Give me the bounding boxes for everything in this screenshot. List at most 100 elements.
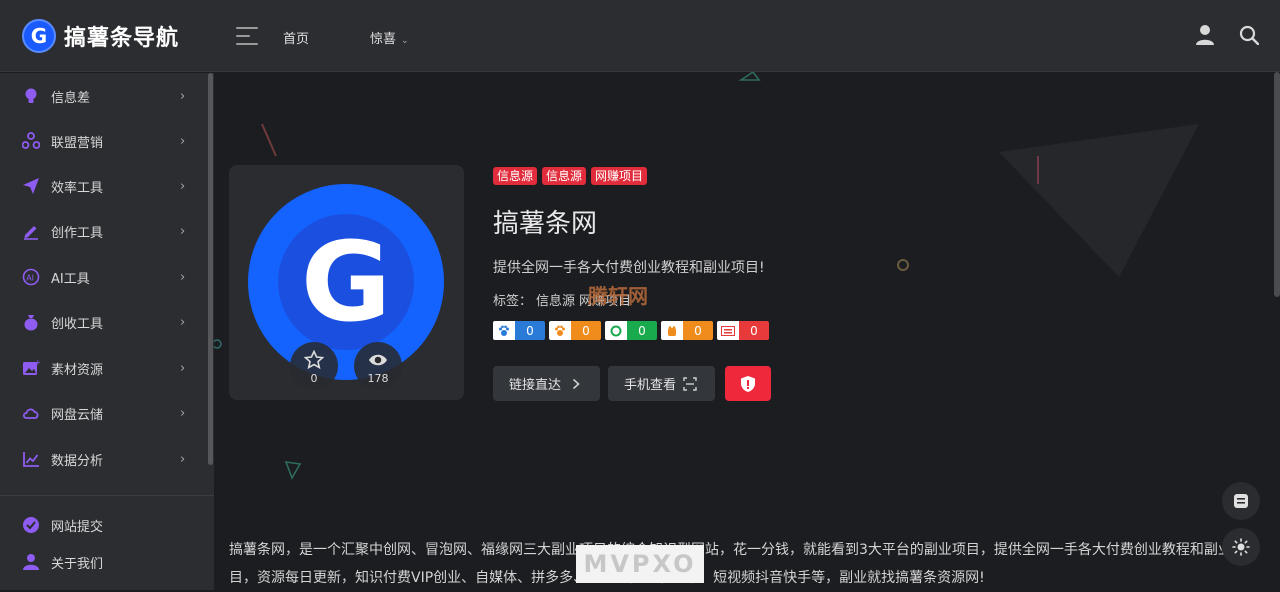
user-icon[interactable] <box>1195 24 1215 46</box>
ai-icon: AI <box>22 268 40 286</box>
direct-link-button[interactable]: 链接直达 <box>493 366 600 401</box>
logo-letter: G <box>300 218 392 346</box>
search-icon[interactable] <box>1239 25 1259 45</box>
sidebar-item-ai[interactable]: AI AI工具 › <box>0 257 210 297</box>
chevron-right-icon: › <box>180 223 186 239</box>
logo-icon: G <box>22 19 56 53</box>
sidebar: 信息差 › 联盟营销 › 效率工具 › 创作工具 › AI AI工具 › 创收工… <box>0 73 214 590</box>
seo-badge-value: 0 <box>683 321 713 340</box>
chevron-right-icon: › <box>180 178 186 194</box>
sogou-icon <box>661 321 683 340</box>
category-tag[interactable]: 网赚项目 <box>591 167 648 185</box>
seo-badge[interactable]: 0 <box>493 321 545 340</box>
sidebar-item-revenue[interactable]: 创收工具 › <box>0 302 210 342</box>
category-tags: 信息源 信息源 网赚项目 <box>493 167 648 185</box>
sidebar-item-submit-site[interactable]: 网站提交 <box>0 505 210 545</box>
chevron-right-icon: › <box>180 269 186 285</box>
sidebar-item-analytics[interactable]: 数据分析 › <box>0 439 210 479</box>
sidebar-item-label: 效率工具 <box>51 180 104 196</box>
image-icon: + <box>23 359 41 375</box>
seo-badge-value: 0 <box>515 321 545 340</box>
label-link[interactable]: 信息源 <box>536 294 575 309</box>
nav-home[interactable]: 首页 <box>283 28 309 47</box>
sidebar-item-materials[interactable]: + 素材资源 › <box>0 348 210 388</box>
sun-icon <box>1232 538 1250 556</box>
sidebar-item-label: 数据分析 <box>51 453 104 469</box>
chevron-right-icon: › <box>180 360 186 376</box>
mobile-view-button[interactable]: 手机查看 <box>608 366 715 401</box>
sidebar-item-label: 网站提交 <box>51 519 104 535</box>
calculator-icon <box>1234 494 1248 508</box>
chevron-right-icon: › <box>180 133 186 149</box>
site-logo-card: G 0 178 <box>229 165 464 400</box>
paper-plane-icon <box>23 178 39 194</box>
top-header: G 搞薯条导航 首页 惊喜 ⌄ <box>0 0 1280 72</box>
site-big-logo: G <box>248 184 444 380</box>
sidebar-item-label: 关于我们 <box>51 556 104 572</box>
seo-badge[interactable]: 0 <box>605 321 657 340</box>
theme-toggle-button[interactable] <box>1222 528 1260 566</box>
menu-icon[interactable] <box>236 27 258 45</box>
nav-surprise-label: 惊喜 <box>370 32 397 47</box>
main-scrollbar[interactable] <box>1274 72 1280 297</box>
seo-badges: 0 0 0 0 0 <box>493 321 769 340</box>
mobile-view-label: 手机查看 <box>624 378 677 393</box>
site-name: 搞薯条导航 <box>64 26 180 51</box>
category-tag[interactable]: 信息源 <box>493 167 538 185</box>
view-count: 178 <box>367 372 389 385</box>
seo-badge-value: 0 <box>739 321 769 340</box>
direct-link-label: 链接直达 <box>509 378 562 393</box>
pencil-icon <box>24 226 38 240</box>
sidebar-item-label: 素材资源 <box>51 362 104 378</box>
chevron-down-icon: ⌄ <box>401 36 409 46</box>
sidebar-item-label: 创收工具 <box>51 316 104 332</box>
sidebar-item-efficiency[interactable]: 效率工具 › <box>0 166 210 206</box>
sidebar-item-info-gap[interactable]: 信息差 › <box>0 76 210 116</box>
shield-alert-icon <box>741 375 755 392</box>
report-button[interactable] <box>725 366 771 401</box>
network-icon <box>22 132 40 149</box>
baidu-mobile-icon <box>549 321 571 340</box>
lightbulb-icon <box>25 88 37 103</box>
overlay-watermark: MVPXO <box>576 545 704 583</box>
sidebar-item-creation[interactable]: 创作工具 › <box>0 211 210 251</box>
star-icon <box>304 350 324 370</box>
watermark-logo: 腾轩网 <box>588 284 648 308</box>
sidebar-item-label: AI工具 <box>51 271 90 287</box>
sidebar-item-affiliate[interactable]: 联盟营销 › <box>0 121 210 161</box>
cloud-icon <box>22 408 39 419</box>
site-logo[interactable]: G 搞薯条导航 <box>22 19 179 53</box>
seo-badge[interactable]: 0 <box>717 321 769 340</box>
seo-badge[interactable]: 0 <box>549 321 601 340</box>
toutiao-icon <box>717 321 739 340</box>
svg-text:+: + <box>35 359 41 367</box>
sidebar-item-about[interactable]: 关于我们 <box>0 542 210 582</box>
sidebar-divider <box>0 495 214 496</box>
360-icon <box>605 321 627 340</box>
float-menu-button[interactable] <box>1222 482 1260 520</box>
sidebar-scrollbar[interactable] <box>208 73 213 465</box>
seo-badge[interactable]: 0 <box>661 321 713 340</box>
category-tag[interactable]: 信息源 <box>542 167 587 185</box>
favorite-count: 0 <box>310 372 318 385</box>
site-title: 搞薯条网 <box>493 209 598 239</box>
chevron-right-icon: › <box>180 405 186 421</box>
sidebar-item-label: 信息差 <box>51 90 91 106</box>
chevron-right-icon: › <box>180 88 186 104</box>
seo-badge-value: 0 <box>571 321 601 340</box>
chevron-right-icon: › <box>180 451 186 467</box>
chevron-right-icon: › <box>180 314 186 330</box>
seo-badge-value: 0 <box>627 321 657 340</box>
person-icon <box>23 554 39 570</box>
sidebar-item-cloud[interactable]: 网盘云储 › <box>0 393 210 433</box>
money-bag-icon <box>24 315 38 331</box>
svg-text:AI: AI <box>26 274 34 283</box>
labels-prefix: 标签： <box>493 294 533 309</box>
nav-surprise[interactable]: 惊喜 ⌄ <box>370 28 409 47</box>
check-circle-icon <box>23 517 39 533</box>
baidu-icon <box>493 321 515 340</box>
sidebar-item-label: 网盘云储 <box>51 407 104 423</box>
views-stat: 178 <box>354 342 402 390</box>
favorite-button[interactable]: 0 <box>290 342 338 390</box>
sidebar-item-label: 联盟营销 <box>51 135 104 151</box>
